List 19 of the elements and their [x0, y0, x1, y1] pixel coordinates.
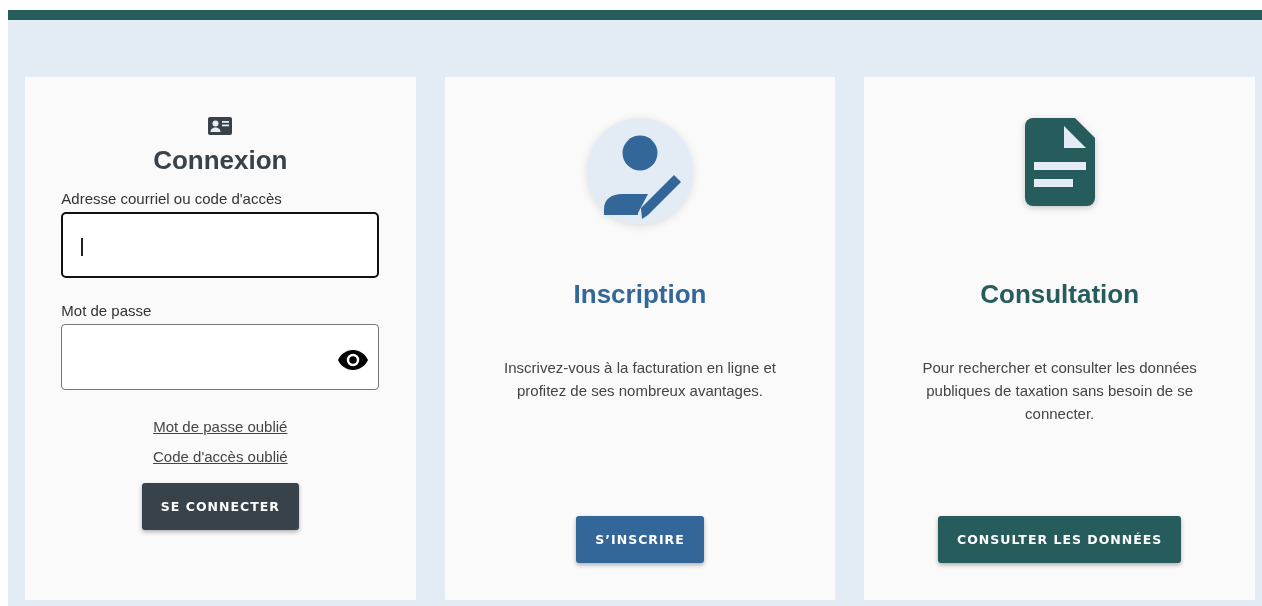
card-title: Inscription — [573, 279, 707, 310]
document-icon — [1024, 118, 1095, 206]
email-field[interactable] — [61, 212, 380, 278]
field-label: Adresse courriel ou code d'accès — [61, 190, 283, 207]
card-description: Inscrivez-vous à la facturation en ligne et profitez de ses nombreux avantages. — [503, 358, 777, 401]
signup-button[interactable]: S’INSCRIRE — [576, 516, 704, 563]
id-card-icon — [208, 117, 233, 135]
eye-icon[interactable] — [338, 350, 369, 370]
forgot-link[interactable]: Mot de passe oublié — [153, 418, 288, 435]
login-button[interactable]: SE CONNECTER — [141, 483, 299, 530]
card-description: Pour rechercher et consulter les données publiques de taxation sans besoin de se connecter. — [921, 358, 1198, 424]
user-edit-icon — [586, 117, 694, 225]
password-field[interactable] — [61, 324, 380, 390]
card-title: Consultation — [980, 279, 1140, 310]
text-cursor — [81, 238, 83, 256]
consult-button[interactable]: CONSULTER LES DONNÉES — [938, 516, 1182, 563]
field-label: Mot de passe — [61, 302, 153, 319]
forgot-link[interactable]: Code d'accès oublié — [153, 448, 288, 465]
login-title: Connexion — [153, 145, 288, 176]
